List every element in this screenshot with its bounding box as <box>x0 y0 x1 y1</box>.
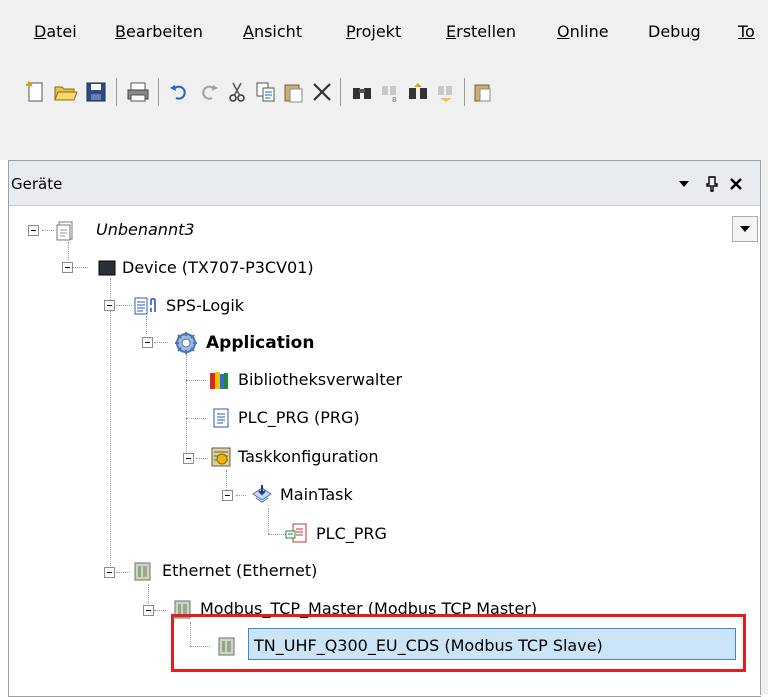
tree-line <box>116 572 130 573</box>
pin-icon[interactable] <box>703 175 721 193</box>
panel-edge <box>760 160 768 695</box>
modbus-master-icon <box>172 598 194 620</box>
panel-header: Geräte <box>9 161 761 206</box>
triangle-down-icon[interactable] <box>675 175 693 193</box>
tree-node-label[interactable]: TN_UHF_Q300_EU_CDS (Modbus TCP Slave) <box>254 636 603 655</box>
device-tree <box>9 206 761 696</box>
menu-erstellen[interactable]: Erstellen <box>446 22 516 42</box>
tree-line <box>146 316 147 334</box>
tree-line <box>116 305 132 306</box>
collapse-toggle[interactable] <box>143 605 154 616</box>
menu-bearbeiten[interactable]: Bearbeiten <box>115 22 203 42</box>
program-icon <box>210 407 232 429</box>
tree-line <box>42 230 54 231</box>
new-project-icon[interactable] <box>22 78 50 106</box>
tree-line <box>110 278 111 572</box>
redo-icon[interactable] <box>194 78 222 106</box>
tree-line <box>190 646 210 647</box>
tree-line <box>186 418 206 419</box>
collapse-toggle[interactable] <box>62 262 73 273</box>
tree-line <box>68 242 69 260</box>
tree-node-label[interactable]: SPS-Logik <box>166 296 244 315</box>
program-call-icon <box>284 522 310 544</box>
toolbar-separator <box>158 78 159 106</box>
modbus-slave-icon <box>216 635 238 657</box>
collapse-toggle[interactable] <box>183 453 194 464</box>
menu-projekt[interactable]: Projekt <box>346 22 401 42</box>
tree-line <box>72 267 88 268</box>
find-next-icon[interactable] <box>404 78 432 106</box>
toolbar <box>0 56 768 160</box>
tree-line <box>196 458 208 459</box>
tree-node-label[interactable]: Unbenannt3 <box>96 220 195 239</box>
task-config-icon <box>210 446 232 468</box>
undo-icon[interactable] <box>166 78 194 106</box>
collapse-toggle[interactable] <box>28 225 39 236</box>
library-icon <box>208 369 230 391</box>
tree-line <box>190 622 191 646</box>
tree-line <box>186 380 206 381</box>
tree-line <box>154 610 166 611</box>
clipboard-icon[interactable] <box>470 78 498 106</box>
application-gear-icon <box>172 331 200 355</box>
print-icon[interactable] <box>124 78 152 106</box>
find-previous-icon[interactable] <box>432 78 460 106</box>
tree-node-label[interactable]: Device (TX707-P3CV01) <box>122 258 314 277</box>
cut-icon[interactable] <box>224 78 252 106</box>
ethernet-icon <box>132 560 154 582</box>
find-replace-icon[interactable]: B <box>376 78 404 106</box>
collapse-toggle[interactable] <box>104 567 115 578</box>
close-icon[interactable] <box>727 175 745 193</box>
task-icon <box>250 483 276 505</box>
tree-line <box>154 342 168 343</box>
tree-node-label[interactable]: Bibliotheksverwalter <box>238 370 402 389</box>
collapse-toggle[interactable] <box>222 490 233 501</box>
find-icon[interactable] <box>348 78 376 106</box>
toolbar-separator <box>340 78 341 106</box>
menu-debug[interactable]: Debug <box>648 22 701 42</box>
menu-tools[interactable]: To <box>738 22 755 42</box>
tree-node-label[interactable]: Modbus_TCP_Master (Modbus TCP Master) <box>200 599 537 618</box>
collapse-toggle[interactable] <box>104 300 115 311</box>
tree-node-label[interactable]: MainTask <box>280 485 353 504</box>
tree-node-label[interactable]: Application <box>206 333 314 353</box>
menu-datei[interactable]: Datei <box>34 22 77 42</box>
tree-dropdown-button[interactable] <box>732 216 758 242</box>
menu-online[interactable]: Online <box>557 22 609 42</box>
toolbar-separator <box>116 78 117 106</box>
panel-title: Geräte <box>11 175 63 193</box>
menu-bar: Datei Bearbeiten Ansicht Projekt Erstell… <box>0 0 768 56</box>
open-icon[interactable] <box>52 78 80 106</box>
plc-logic-icon <box>132 295 162 317</box>
tree-line <box>268 508 269 534</box>
project-icon <box>54 219 76 241</box>
tree-line <box>236 495 246 496</box>
svg-text:B: B <box>392 96 397 104</box>
copy-icon[interactable] <box>252 78 280 106</box>
collapse-toggle[interactable] <box>142 337 153 348</box>
tree-node-label[interactable]: PLC_PRG (PRG) <box>238 408 360 427</box>
tree-node-label[interactable]: Taskkonfiguration <box>238 447 379 466</box>
tree-node-label[interactable]: PLC_PRG <box>316 524 387 543</box>
device-icon <box>96 257 118 279</box>
save-icon[interactable] <box>82 78 110 106</box>
tree-node-label[interactable]: Ethernet (Ethernet) <box>162 561 317 580</box>
delete-icon[interactable] <box>308 78 336 106</box>
toolbar-separator <box>464 78 465 106</box>
tree-line <box>186 354 187 458</box>
menu-ansicht[interactable]: Ansicht <box>243 22 302 42</box>
paste-icon[interactable] <box>280 78 308 106</box>
